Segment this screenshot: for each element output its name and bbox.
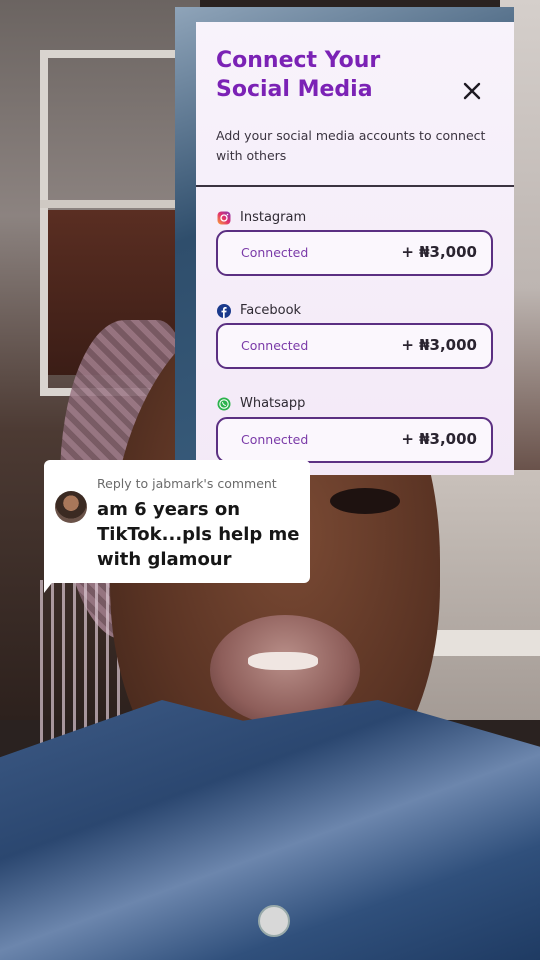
reply-comment-text: am 6 years on TikTok...pls help me with … — [97, 499, 300, 570]
panel-subtitle: Add your social media accounts to connec… — [216, 128, 486, 163]
platform-label-facebook: Facebook — [217, 303, 301, 318]
platform-label-instagram: Instagram — [217, 210, 306, 225]
connection-status: Connected — [241, 432, 309, 447]
facebook-icon — [217, 303, 231, 318]
instagram-connect-button[interactable]: Connected + ₦3,000 — [216, 230, 493, 276]
platform-name: Whatsapp — [240, 396, 306, 411]
shirt-button — [258, 905, 290, 937]
platform-label-whatsapp: Whatsapp — [217, 396, 305, 411]
instagram-icon — [217, 211, 231, 225]
whatsapp-connect-button[interactable]: Connected + ₦3,000 — [216, 417, 493, 463]
reward-amount: + ₦3,000 — [401, 336, 477, 354]
reply-header: Reply to jabmark's comment — [97, 476, 277, 491]
connection-status: Connected — [241, 338, 309, 353]
reward-amount: + ₦3,000 — [401, 243, 477, 261]
connect-social-panel: Connect Your Social Media Add your socia… — [196, 22, 514, 475]
connection-status: Connected — [241, 245, 309, 260]
person-eye — [330, 488, 400, 514]
reward-amount: + ₦3,000 — [401, 430, 477, 448]
platform-name: Facebook — [240, 303, 302, 318]
person-teeth — [248, 652, 318, 670]
whatsapp-icon — [217, 397, 231, 411]
close-icon[interactable] — [460, 79, 484, 103]
panel-title: Connect Your Social Media — [216, 48, 381, 102]
overlay-screenshot: Connect Your Social Media Add your socia… — [175, 7, 514, 475]
facebook-connect-button[interactable]: Connected + ₦3,000 — [216, 323, 493, 369]
platform-name: Instagram — [240, 210, 307, 225]
reply-comment-sticker[interactable]: Reply to jabmark's comment am 6 years on… — [44, 460, 310, 583]
divider — [196, 185, 514, 187]
avatar — [55, 491, 87, 523]
